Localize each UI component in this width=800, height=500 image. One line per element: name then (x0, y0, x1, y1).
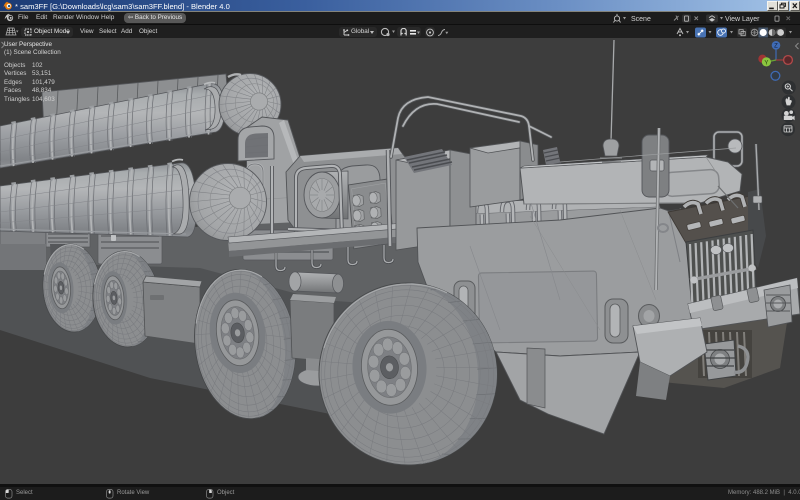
svg-text:Scene: Scene (631, 16, 651, 23)
svg-text:View Layer: View Layer (725, 16, 760, 23)
svg-text:Z: Z (774, 44, 778, 50)
svg-text:Y: Y (764, 60, 768, 66)
